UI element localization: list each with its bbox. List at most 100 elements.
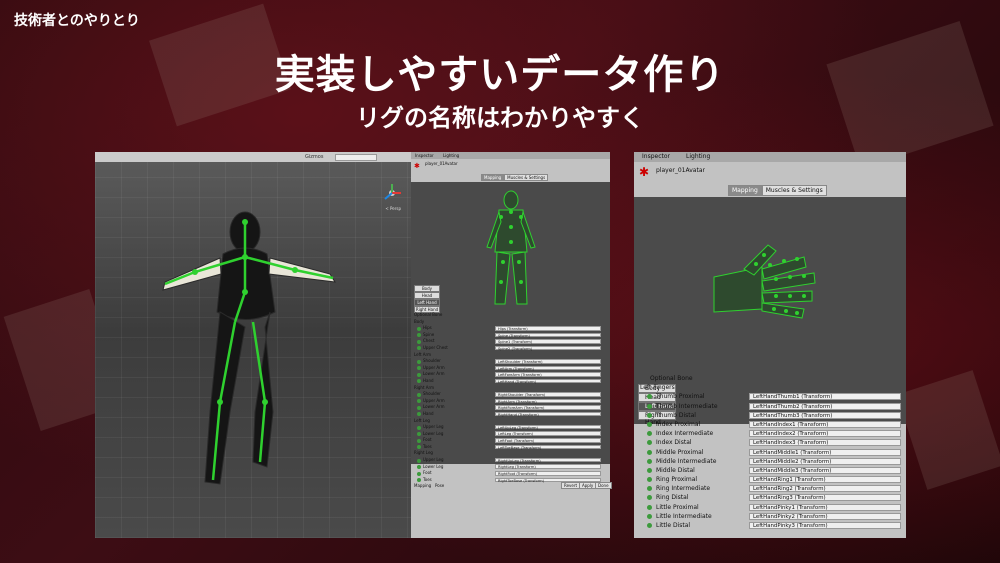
bone-transform-field[interactable]: LeftHandIndex3 (Transform) [749, 439, 901, 447]
optional-bone-row[interactable]: Optional Bone [634, 374, 906, 383]
part-body[interactable]: Body [414, 285, 440, 292]
muscles-settings-button[interactable]: Muscles & Settings [504, 174, 549, 181]
bone-transform-field[interactable]: LeftHandRing2 (Transform) [749, 485, 901, 493]
finger-bone-row[interactable]: Index Proximal LeftHandIndex1 (Transform) [634, 420, 906, 429]
bone-transform-field[interactable]: LeftHandRing3 (Transform) [749, 494, 901, 502]
mapping-dropdown[interactable]: Mapping [414, 483, 431, 488]
bone-transform-field[interactable]: LeftHandMiddle1 (Transform) [749, 448, 901, 456]
finger-bone-row[interactable]: Little Proximal LeftHandPinky1 (Transform… [634, 503, 906, 512]
bone-transform-field[interactable]: Spine2 (Transform) [495, 345, 601, 351]
bone-transform-field[interactable]: LeftShoulder (Transform) [495, 358, 601, 364]
bone-transform-field[interactable]: LeftForeArm (Transform) [495, 372, 601, 377]
finger-bone-row[interactable]: Ring Proximal LeftHandRing1 (Transform) [634, 475, 906, 484]
bone-group-row[interactable]: Left Arm [411, 352, 610, 359]
bone-transform-field[interactable]: LeftHandPinky3 (Transform) [749, 522, 901, 529]
bone-transform-field[interactable]: RightFoot (Transform) [495, 471, 601, 476]
bone-transform-field[interactable]: LeftHandMiddle3 (Transform) [749, 466, 901, 474]
bone-row[interactable]: Hand RightHand (Transform) [411, 411, 610, 418]
mapping-button[interactable]: Mapping [728, 185, 762, 196]
bone-row[interactable]: Foot RightFoot (Transform) [411, 470, 610, 477]
bone-transform-field[interactable]: LeftFoot (Transform) [495, 438, 601, 443]
bone-row[interactable]: Lower Leg LeftLeg (Transform) [411, 431, 610, 438]
finger-bone-row[interactable]: Index Intermediate LeftHandIndex2 (Transf… [634, 429, 906, 438]
bone-transform-field[interactable]: RightArm (Transform) [495, 398, 601, 404]
bone-transform-field[interactable]: LeftHandPinky2 (Transform) [749, 512, 901, 520]
bone-transform-field[interactable]: LeftHandRing1 (Transform) [749, 476, 901, 484]
bone-row[interactable]: Upper Leg RightUpLeg (Transform) [411, 457, 610, 464]
finger-bone-row[interactable]: Index Distal LeftHandIndex3 (Transform) [634, 438, 906, 447]
bone-transform-field[interactable]: LeftLeg (Transform) [495, 431, 601, 436]
part-head[interactable]: Head [414, 292, 440, 299]
tab-inspector[interactable]: Inspector [642, 153, 670, 160]
bone-row[interactable]: Shoulder RightShoulder (Transform) [411, 391, 610, 398]
bone-transform-field[interactable]: RightHand (Transform) [495, 411, 601, 417]
bone-transform-field[interactable]: LeftUpLeg (Transform) [495, 424, 601, 430]
bone-transform-field[interactable]: RightForeArm (Transform) [495, 405, 601, 410]
bone-group-row[interactable]: Left Leg [411, 418, 610, 425]
finger-bone-row[interactable]: Little Distal LeftHandPinky3 (Transform) [634, 521, 906, 530]
bone-row[interactable]: Upper Chest Spine2 (Transform) [411, 345, 610, 352]
bone-transform-field[interactable]: Hips (Transform) [495, 325, 601, 331]
bone-transform-field[interactable]: Spine1 (Transform) [495, 339, 601, 344]
bone-transform-field[interactable]: RightLeg (Transform) [495, 464, 601, 469]
bone-row[interactable]: Chest Spine1 (Transform) [411, 338, 610, 345]
bone-transform-field[interactable]: LeftHandPinky1 (Transform) [749, 503, 901, 511]
optional-bone-row[interactable]: Optional Bone [411, 312, 610, 319]
finger-bone-row[interactable]: Middle Intermediate LeftHandMiddle2 (Tran… [634, 457, 906, 466]
scene-search-input[interactable] [335, 154, 377, 161]
finger-bone-row[interactable]: Middle Distal LeftHandMiddle3 (Transform) [634, 466, 906, 475]
part-left-hand[interactable]: Left Hand [414, 299, 440, 306]
bone-transform-field[interactable]: LeftToeBase (Transform) [495, 444, 601, 450]
bone-row[interactable]: Lower Arm LeftForeArm (Transform) [411, 371, 610, 378]
bone-transform-field[interactable]: RightShoulder (Transform) [495, 391, 601, 397]
bone-transform-field[interactable]: Spine (Transform) [495, 332, 601, 338]
tab-inspector[interactable]: Inspector [415, 153, 434, 158]
finger-bone-row[interactable]: Ring Distal LeftHandRing3 (Transform) [634, 493, 906, 502]
tab-lighting[interactable]: Lighting [443, 153, 459, 158]
bone-row[interactable]: Lower Leg RightLeg (Transform) [411, 464, 610, 471]
orientation-gizmo-icon[interactable] [381, 182, 403, 204]
bone-row[interactable]: Shoulder LeftShoulder (Transform) [411, 358, 610, 365]
revert-button[interactable]: Revert [561, 482, 581, 489]
bone-row[interactable]: Toes LeftToeBase (Transform) [411, 444, 610, 451]
bone-transform-field[interactable]: LeftHand (Transform) [495, 378, 601, 384]
finger-bone-row[interactable]: Little Intermediate LeftHandPinky2 (Trans… [634, 512, 906, 521]
bone-transform-field[interactable]: LeftArm (Transform) [495, 365, 601, 371]
finger-bone-row[interactable]: Middle Proximal LeftHandMiddle1 (Transfor… [634, 448, 906, 457]
bone-transform-field[interactable]: LeftHandThumb3 (Transform) [749, 411, 901, 419]
done-button[interactable]: Done [595, 482, 612, 489]
bone-row[interactable]: Spine Spine (Transform) [411, 332, 610, 339]
bone-group-row[interactable]: Body [411, 319, 610, 326]
bone-group-row[interactable]: Right Leg [411, 450, 610, 457]
bone-row[interactable]: Hand LeftHand (Transform) [411, 378, 610, 385]
bone-transform-field[interactable]: LeftHandThumb1 (Transform) [749, 393, 901, 401]
bone-row[interactable]: Hips Hips (Transform) [411, 325, 610, 332]
finger-bone-row[interactable]: Thumb Distal LeftHandThumb3 (Transform) [634, 411, 906, 420]
bone-label: Middle Intermediate [656, 457, 717, 465]
bone-transform-field[interactable]: LeftHandIndex1 (Transform) [749, 420, 901, 428]
persp-label[interactable]: < Persp [385, 206, 401, 211]
finger-bone-row[interactable]: Thumb Proximal LeftHandThumb1 (Transform) [634, 392, 906, 401]
bone-group-row[interactable]: Right Arm [411, 385, 610, 392]
gizmos-menu[interactable]: Gizmos [305, 154, 323, 160]
bone-row[interactable]: Upper Leg LeftUpLeg (Transform) [411, 424, 610, 431]
tab-lighting[interactable]: Lighting [686, 153, 710, 160]
muscles-settings-button[interactable]: Muscles & Settings [761, 185, 827, 196]
scene-view[interactable]: Gizmos < Persp [95, 152, 411, 538]
mapping-button[interactable]: Mapping [481, 174, 505, 181]
pose-dropdown[interactable]: Pose [435, 483, 444, 488]
apply-button[interactable]: Apply [579, 482, 597, 489]
bone-label: Lower Arm [423, 404, 445, 410]
bone-row[interactable]: Lower Arm RightForeArm (Transform) [411, 404, 610, 411]
bone-row[interactable]: Upper Arm LeftArm (Transform) [411, 365, 610, 372]
bone-transform-field[interactable]: LeftHandMiddle2 (Transform) [749, 457, 901, 465]
finger-bone-row[interactable]: Ring Intermediate LeftHandRing2 (Transfor… [634, 484, 906, 493]
finger-bone-row[interactable]: Thumb Intermediate LeftHandThumb2 (Transf… [634, 402, 906, 411]
bone-transform-field[interactable]: LeftHandIndex2 (Transform) [749, 430, 901, 438]
bone-transform-field[interactable]: LeftHandThumb2 (Transform) [749, 402, 901, 410]
group-row[interactable]: Left Fingers [634, 383, 906, 392]
bone-label: Index Proximal [656, 420, 701, 428]
bone-transform-field[interactable]: RightUpLeg (Transform) [495, 457, 601, 463]
bone-row[interactable]: Upper Arm RightArm (Transform) [411, 398, 610, 405]
bone-row[interactable]: Foot LeftFoot (Transform) [411, 437, 610, 444]
